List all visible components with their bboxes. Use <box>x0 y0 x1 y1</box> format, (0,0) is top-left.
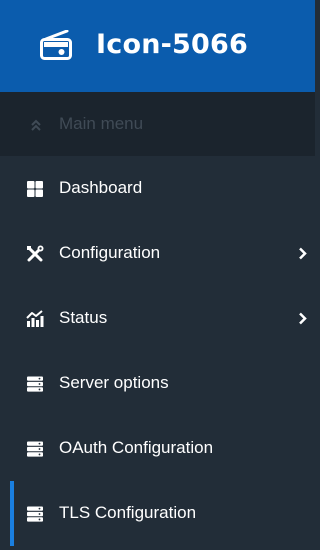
sidebar-item-label: Configuration <box>59 243 161 262</box>
main-menu-header[interactable]: Main menu <box>0 92 315 156</box>
server-icon <box>26 440 44 458</box>
main-menu-label: Main menu <box>59 114 144 133</box>
sidebar-item-oauth-configuration[interactable]: OAuth Configuration <box>0 416 315 481</box>
dashboard-grid-icon <box>26 180 44 198</box>
chevron-right-icon <box>298 247 307 260</box>
sidebar-item-status[interactable]: Status <box>0 286 315 351</box>
radio-icon <box>40 29 72 60</box>
sidebar-item-tls-configuration[interactable]: TLS Configuration <box>0 481 315 546</box>
sidebar-item-server-options[interactable]: Server options <box>0 351 315 416</box>
app-header: Icon-5066 <box>0 0 315 92</box>
sidebar-item-dashboard[interactable]: Dashboard <box>0 156 315 221</box>
chevrons-up-icon <box>30 118 42 131</box>
sidebar-item-label: Dashboard <box>59 178 143 197</box>
tools-icon <box>26 245 44 263</box>
sidebar-item-label: Server options <box>59 373 169 392</box>
sidebar-item-configuration[interactable]: Configuration <box>0 221 315 286</box>
active-indicator <box>10 481 14 546</box>
chevron-right-icon <box>298 312 307 325</box>
sidebar-item-label: TLS Configuration <box>59 503 197 522</box>
sidebar-nav: Dashboard Configuration Status Server op… <box>0 156 315 546</box>
sidebar-item-label: Status <box>59 308 108 327</box>
chart-icon <box>26 310 44 328</box>
app-title[interactable]: Icon-5066 <box>96 27 248 63</box>
server-icon <box>26 505 44 523</box>
sidebar-item-label: OAuth Configuration <box>59 438 214 457</box>
server-icon <box>26 375 44 393</box>
